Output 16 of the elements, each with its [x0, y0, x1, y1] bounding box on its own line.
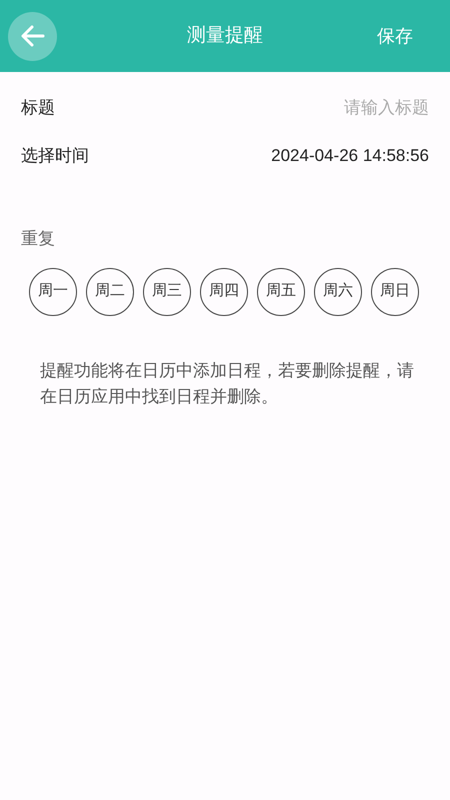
title-input[interactable]: 请输入标题 — [229, 95, 429, 121]
weekday-toggle[interactable]: 周一 — [29, 268, 77, 316]
field-label: 标题 — [21, 97, 55, 120]
weekday-toggle[interactable]: 周五 — [257, 268, 305, 316]
weekday-toggle[interactable]: 周六 — [314, 268, 362, 316]
info-text: 提醒功能将在日历中添加日程，若要删除提醒，请在日历应用中找到日程并删除。 — [40, 360, 415, 408]
section-label: 重复 — [20, 228, 56, 250]
time-value[interactable]: 2024-04-26 14:58:56 — [271, 143, 429, 169]
weekday-toggle[interactable]: 周四 — [200, 268, 248, 316]
back-arrow-icon — [20, 25, 44, 47]
weekday-toggle[interactable]: 周日 — [371, 268, 419, 316]
back-button[interactable] — [8, 12, 57, 60]
weekday-toggle[interactable]: 周二 — [86, 268, 134, 316]
field-label: 选择时间 — [21, 145, 89, 168]
screen-title: 测量提醒 — [187, 24, 263, 48]
weekday-toggle[interactable]: 周三 — [143, 268, 191, 316]
